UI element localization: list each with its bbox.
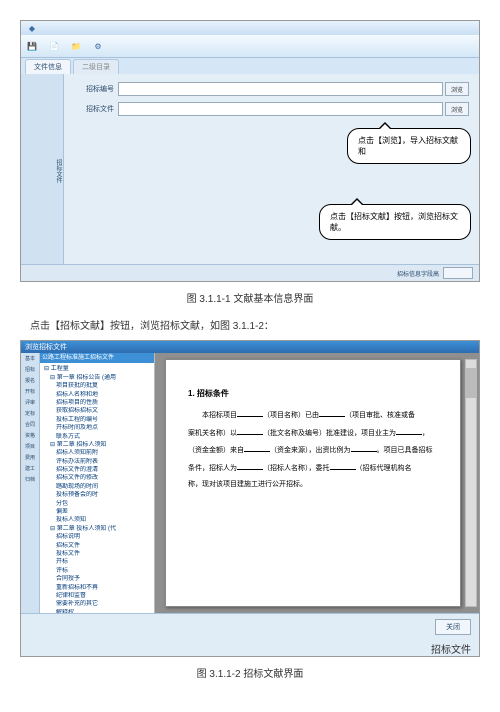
toolbar: 💾 📄 📁 ⚙ <box>21 35 479 58</box>
dialog-footer-2: 招标文件 <box>21 640 479 656</box>
screenshot-basic-info: ◆ 💾 📄 📁 ⚙ 文件信息 二级目录 招标文件 招标编号 浏览 招标文件 浏览… <box>20 20 480 282</box>
callout-bid-doc: 点击【招标文献】按钮，浏览招标文献。 <box>319 204 471 240</box>
footer-label: 招标信息字段高 <box>397 269 439 278</box>
tree-node[interactable]: 重新招标和不再 <box>44 584 152 592</box>
bid-file-button[interactable]: 招标文件 <box>431 641 471 656</box>
nav-rail: 基本招标报名开标评审定标合同资格项目费用建工归档 <box>21 353 40 613</box>
doc-line-5: 称，现对该项目建施工进行公开招标。 <box>188 479 438 492</box>
tree-node[interactable]: 开标 <box>44 558 152 566</box>
next-button[interactable] <box>443 267 473 279</box>
tree-node[interactable]: 招标文件的修改 <box>44 474 152 482</box>
app-icon: ◆ <box>25 21 39 35</box>
input-bid-no[interactable] <box>118 82 443 96</box>
scroll-thumb[interactable] <box>466 368 476 398</box>
label-bid-no: 招标编号 <box>74 84 118 94</box>
screenshot-bid-doc: 浏览招标文件 基本招标报名开标评审定标合同资格项目费用建工归档 公路工程标准施工… <box>20 340 480 657</box>
tree-node[interactable]: 项目获批的批复 <box>44 382 152 390</box>
doc-line-3: （资金金额）来自（资金来源），出资比例为。项目已具备招标 <box>188 444 438 458</box>
form-area: 招标编号 浏览 招标文件 浏览 点击【浏览】，导入招标文献和 点击【招标文献】按… <box>64 74 479 264</box>
tab-file-info[interactable]: 文件信息 <box>25 59 71 74</box>
tree-node[interactable]: 偏差 <box>44 508 152 516</box>
rail-item[interactable]: 项目 <box>21 443 39 450</box>
figure-caption-2: 图 3.1.1-2 招标文献界面 <box>20 665 480 680</box>
rail-item[interactable]: 开标 <box>21 388 39 395</box>
window-titlebar: ◆ <box>21 21 479 35</box>
tree-node[interactable]: 投标预备会的时 <box>44 491 152 499</box>
rail-item[interactable]: 评审 <box>21 399 39 406</box>
doc-line-2: 案机关名称）以（批文名称及编号）批准建设，项目业主为， <box>188 427 438 441</box>
rail-item[interactable]: 定标 <box>21 410 39 417</box>
doc-tree[interactable]: 公路工程标准施工招标文件 ⊟ 工程量⊟ 第一章 招标公告 (通用项目获批的批复招… <box>40 353 155 613</box>
doc-heading: 1. 招标条件 <box>188 388 438 399</box>
tree-node[interactable]: 招标说明 <box>44 533 152 541</box>
tree-node[interactable]: ⊟ 第一章 招标公告 (通用 <box>44 374 152 382</box>
paragraph-1: 点击【招标文献】按钮，浏览招标文献，如图 3.1.1-2： <box>30 317 480 332</box>
tab-second-dir[interactable]: 二级目录 <box>73 59 119 74</box>
tree-header: 公路工程标准施工招标文件 <box>40 353 154 363</box>
tree-node[interactable]: 纪律和监督 <box>44 592 152 600</box>
tree-node[interactable]: 投标人须知 <box>44 516 152 524</box>
tree-node[interactable]: 投标文件 <box>44 550 152 558</box>
doc-icon[interactable]: 📄 <box>47 39 61 53</box>
tree-node[interactable]: 招标文件的澄清 <box>44 466 152 474</box>
tree-node[interactable]: 招标项目的性质 <box>44 399 152 407</box>
tree-node[interactable]: 需要补充的其它 <box>44 600 152 608</box>
dialog-footer: 关闭 <box>21 613 479 640</box>
tree-node[interactable]: 合同授予 <box>44 575 152 583</box>
tree-node[interactable]: 获取招标招标文 <box>44 407 152 415</box>
tree-node[interactable]: 招标文件 <box>44 542 152 550</box>
tab-bar: 文件信息 二级目录 <box>21 58 479 74</box>
rail-item[interactable]: 费用 <box>21 454 39 461</box>
tree-node[interactable]: 分包 <box>44 500 152 508</box>
doc-line-1: 本招标项目（项目名称）已由（项目审批、核准或备 <box>188 409 438 423</box>
tree-node[interactable]: 评标办法前附表 <box>44 458 152 466</box>
tree-node[interactable]: 联系方式 <box>44 433 152 441</box>
rail-item[interactable]: 报名 <box>21 377 39 384</box>
dialog-title: 浏览招标文件 <box>25 342 67 352</box>
browse-button-2[interactable]: 浏览 <box>445 102 469 116</box>
footer-bar: 招标信息字段高 <box>21 264 479 281</box>
browse-button-1[interactable]: 浏览 <box>445 82 469 96</box>
doc-page: 1. 招标条件 本招标项目（项目名称）已由（项目审批、核准或备 案机关名称）以（… <box>165 359 461 607</box>
callout-browse: 点击【浏览】，导入招标文献和 <box>347 128 471 164</box>
gear-icon[interactable]: ⚙ <box>91 39 105 53</box>
tree-node[interactable]: 评标 <box>44 567 152 575</box>
tree-node[interactable]: 踏勘现场的时间 <box>44 483 152 491</box>
tree-node[interactable]: ⊟ 第二章 招标人须知 <box>44 441 152 449</box>
tree-node[interactable]: 投标工程的编号 <box>44 416 152 424</box>
tree-node[interactable]: ⊟ 工程量 <box>44 365 152 373</box>
tree-node[interactable]: 招标人名称和地 <box>44 391 152 399</box>
save-icon[interactable]: 💾 <box>25 39 39 53</box>
scrollbar[interactable] <box>465 359 477 607</box>
rail-item[interactable]: 建工 <box>21 465 39 472</box>
rail-item[interactable]: 归档 <box>21 476 39 483</box>
folder-icon[interactable]: 📁 <box>69 39 83 53</box>
label-bid-file: 招标文件 <box>74 104 118 114</box>
dialog-titlebar: 浏览招标文件 <box>21 341 479 353</box>
tree-node[interactable]: 招标人须知前附 <box>44 449 152 457</box>
input-bid-file[interactable] <box>118 102 443 116</box>
close-button[interactable]: 关闭 <box>435 619 471 635</box>
rail-item[interactable]: 合同 <box>21 421 39 428</box>
rail-item[interactable]: 招标 <box>21 366 39 373</box>
left-sidebar: 招标文件 <box>21 74 64 264</box>
doc-line-4: 条件，招标人为（招标人名称），委托（招标代理机构名 <box>188 462 438 476</box>
figure-caption-1: 图 3.1.1-1 文献基本信息界面 <box>20 290 480 305</box>
rail-item[interactable]: 资格 <box>21 432 39 439</box>
doc-viewport: 1. 招标条件 本招标项目（项目名称）已由（项目审批、核准或备 案机关名称）以（… <box>155 353 479 613</box>
tree-node[interactable]: 解释权 <box>44 609 152 613</box>
tree-node[interactable]: ⊟ 第二章 投标人须知 (代 <box>44 525 152 533</box>
tree-node[interactable]: 开标时间及地点 <box>44 424 152 432</box>
rail-item[interactable]: 基本 <box>21 355 39 362</box>
